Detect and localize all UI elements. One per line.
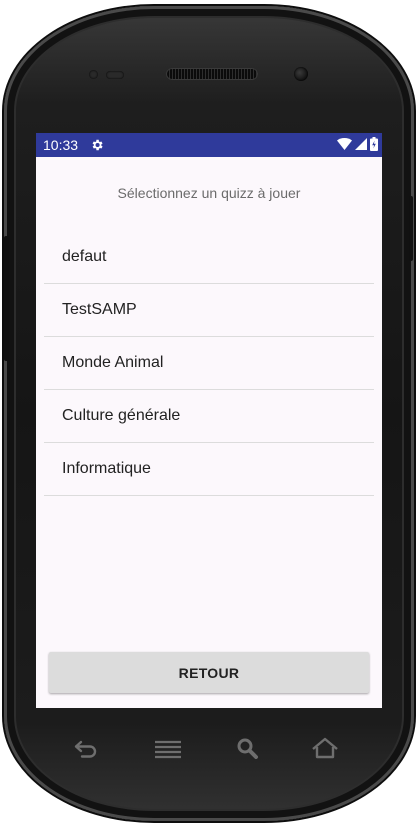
quiz-list: defaut TestSAMP Monde Animal Culture gén…: [44, 231, 374, 496]
volume-button[interactable]: [4, 236, 9, 361]
list-item[interactable]: Monde Animal: [44, 337, 374, 390]
wifi-icon: [337, 138, 352, 150]
battery-icon: [370, 137, 378, 151]
menu-key-icon[interactable]: [154, 737, 182, 759]
signal-icon: [355, 138, 367, 150]
list-item[interactable]: Informatique: [44, 443, 374, 496]
light-sensor: [106, 71, 124, 79]
page-title: Sélectionnez un quizz à jouer: [117, 185, 301, 201]
list-item[interactable]: TestSAMP: [44, 284, 374, 337]
home-key-icon[interactable]: [311, 737, 339, 759]
back-key-icon[interactable]: [72, 737, 100, 759]
status-time: 10:33: [43, 137, 79, 153]
app-screen: 10:33 Sélectionnez un quizz à jouer defa…: [36, 133, 382, 708]
back-button[interactable]: RETOUR: [49, 652, 369, 693]
status-bar: 10:33: [36, 133, 382, 157]
power-button[interactable]: [409, 196, 413, 261]
status-indicators: [337, 137, 378, 151]
front-camera: [294, 67, 308, 81]
list-item[interactable]: Culture générale: [44, 390, 374, 443]
proximity-sensor: [89, 70, 98, 79]
list-item[interactable]: defaut: [44, 231, 374, 284]
search-key-icon[interactable]: [234, 737, 262, 759]
earpiece-speaker: [166, 68, 258, 80]
settings-gear-icon: [90, 138, 104, 152]
